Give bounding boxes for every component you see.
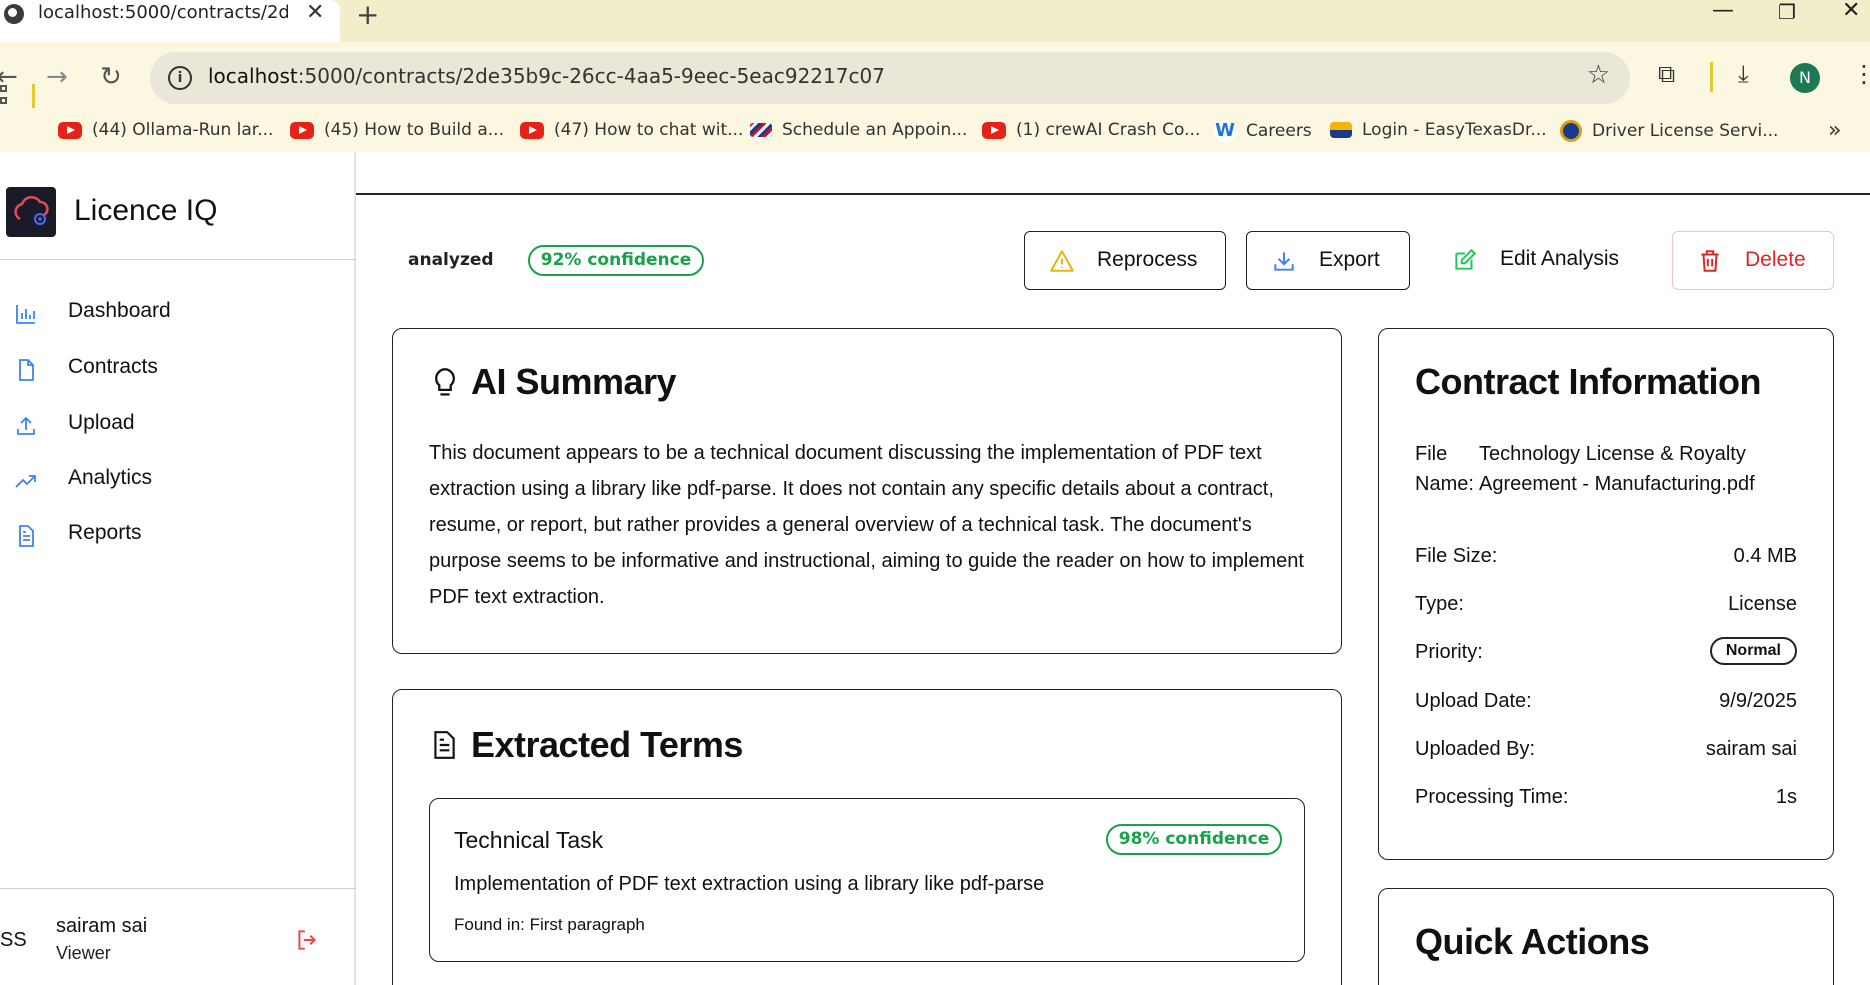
apps-grid-icon[interactable] — [0, 85, 18, 107]
bookmarks-divider — [32, 84, 35, 108]
flag-icon — [750, 123, 772, 137]
tab-title: localhost:5000/contracts/2de35 — [38, 2, 288, 23]
file-name-value: Technology License & Royalty Agreement -… — [1479, 443, 1755, 495]
toolbar-divider — [1710, 62, 1713, 92]
status-label: analyzed — [408, 250, 494, 270]
download-icon[interactable]: ⤓ — [1738, 60, 1749, 88]
bookmark-item[interactable]: (1) crewAI Crash Co... — [982, 120, 1200, 140]
header-divider — [356, 193, 1870, 195]
trash-icon — [1701, 250, 1719, 272]
upload-icon — [17, 416, 35, 435]
youtube-icon — [982, 121, 1006, 139]
bookmark-star-icon[interactable]: ☆ — [1587, 60, 1610, 90]
export-button[interactable]: Export — [1246, 231, 1410, 290]
nav-label: Upload — [68, 411, 135, 434]
minimize-icon[interactable]: — — [1712, 0, 1734, 23]
new-tab-icon[interactable]: + — [356, 0, 379, 31]
browser-tab-bar: localhost:5000/contracts/2de35 ✕ + — ❐ ✕ — [0, 0, 1870, 42]
nav-label: Contracts — [68, 355, 158, 378]
extracted-terms-card: Extracted Terms Technical Task 98% confi… — [392, 689, 1342, 985]
site-info-icon[interactable]: i — [168, 66, 192, 90]
car-icon — [1330, 122, 1352, 138]
user-panel: SS sairam sai Viewer — [0, 888, 356, 985]
more-bookmarks-icon[interactable]: » — [1828, 118, 1841, 143]
brand-header: Licence IQ — [0, 152, 356, 260]
nav-item-contracts[interactable]: Contracts — [0, 344, 356, 394]
bookmark-item[interactable]: Login - EasyTexasDr... — [1330, 120, 1547, 140]
delete-button[interactable]: Delete — [1672, 231, 1834, 290]
forward-icon[interactable]: → — [46, 62, 68, 92]
nav-item-dashboard[interactable]: Dashboard — [0, 288, 356, 338]
ai-summary-title: AI Summary — [471, 361, 677, 402]
extracted-terms-title: Extracted Terms — [471, 724, 743, 765]
close-tab-icon[interactable]: ✕ — [306, 0, 324, 25]
youtube-icon — [520, 121, 544, 139]
address-bar[interactable]: i localhost:5000/contracts/2de35b9c-26cc… — [150, 52, 1630, 104]
term-found-in: Found in: First paragraph — [454, 915, 645, 934]
bookmark-item[interactable]: (45) How to Build a... — [290, 120, 504, 140]
nav-item-analytics[interactable]: Analytics — [0, 455, 356, 505]
browser-tab[interactable]: localhost:5000/contracts/2de35 ✕ — [0, 0, 340, 42]
globe-icon — [4, 4, 24, 24]
download-icon — [1274, 252, 1294, 271]
youtube-icon — [290, 121, 314, 139]
profile-avatar[interactable]: N — [1790, 63, 1820, 93]
main-content: analyzed 92% confidence Reprocess Export… — [356, 152, 1870, 985]
lightbulb-icon — [435, 368, 455, 396]
priority-badge: Normal — [1709, 637, 1797, 665]
nav-item-upload[interactable]: Upload — [0, 400, 356, 450]
trending-up-icon — [15, 475, 36, 488]
file-text-icon — [19, 525, 34, 547]
bookmark-item[interactable]: W Careers — [1214, 120, 1312, 142]
restore-icon[interactable]: ❐ — [1778, 0, 1796, 24]
nav-label: Dashboard — [68, 299, 171, 322]
nav-item-reports[interactable]: Reports — [0, 510, 356, 560]
term-title: Technical Task — [454, 827, 604, 853]
bookmark-item[interactable]: (47) How to chat wit... — [520, 120, 743, 140]
ai-summary-text: This document appears to be a technical … — [429, 442, 1304, 608]
reprocess-button[interactable]: Reprocess — [1024, 231, 1226, 290]
contract-info-card: Contract Information File Name: Technolo… — [1378, 328, 1834, 860]
sidebar: Licence IQ Dashboard Contracts Upload An… — [0, 152, 356, 985]
edit-analysis-button[interactable]: Edit Analysis — [1428, 231, 1638, 290]
search-tab-icon[interactable]: ⧉ — [1658, 60, 1675, 88]
warning-icon — [1050, 250, 1074, 272]
user-role: Viewer — [56, 943, 111, 963]
quick-actions-title: Quick Actions — [1415, 921, 1650, 962]
quick-actions-card: Quick Actions — [1378, 888, 1834, 985]
bookmark-item[interactable]: Driver License Servi... — [1560, 120, 1778, 142]
bookmark-item[interactable]: (44) Ollama-Run lar... — [58, 120, 273, 140]
logout-icon[interactable] — [294, 927, 320, 953]
seal-icon — [1560, 120, 1582, 142]
menu-icon[interactable]: ⋮ — [1852, 60, 1870, 88]
reload-icon[interactable]: ↻ — [100, 62, 122, 92]
bookmark-item[interactable]: Schedule an Appoin... — [750, 120, 967, 140]
url-text[interactable]: localhost:5000/contracts/2de35b9c-26cc-4… — [208, 64, 885, 88]
user-name: sairam sai — [56, 915, 148, 937]
nav-label: Reports — [68, 521, 142, 544]
edit-icon — [1455, 248, 1477, 270]
contract-info-title: Contract Information — [1415, 361, 1762, 402]
term-item: Technical Task 98% confidence Implementa… — [429, 798, 1305, 962]
file-text-icon — [434, 731, 455, 759]
nav-label: Analytics — [68, 466, 153, 489]
app-logo — [6, 187, 56, 237]
user-initials: SS — [0, 929, 27, 951]
term-description: Implementation of PDF text extraction us… — [454, 873, 1045, 895]
confidence-badge: 92% confidence — [528, 245, 704, 276]
w-icon: W — [1214, 120, 1236, 142]
ai-summary-card: AI Summary This document appears to be a… — [392, 328, 1342, 654]
app-root: Licence IQ Dashboard Contracts Upload An… — [0, 152, 1870, 985]
bar-chart-icon — [16, 305, 35, 324]
brand-name: Licence IQ — [74, 194, 218, 227]
close-window-icon[interactable]: ✕ — [1842, 0, 1860, 23]
file-name-label: File Name: — [1415, 443, 1474, 495]
term-confidence-badge: 98% confidence — [1106, 824, 1282, 855]
youtube-icon — [58, 121, 82, 139]
file-icon — [19, 359, 34, 381]
